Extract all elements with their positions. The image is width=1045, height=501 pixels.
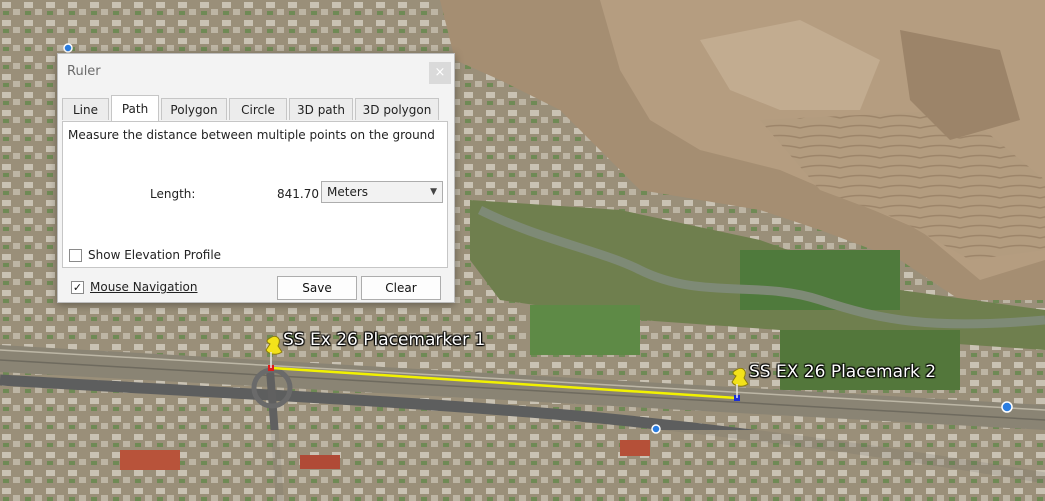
tab-circle[interactable]: Circle — [229, 98, 287, 120]
placemark-1-label[interactable]: SS Ex 26 Placemarker 1 — [283, 330, 485, 350]
tab-line[interactable]: Line — [62, 98, 109, 120]
tab-polygon[interactable]: Polygon — [161, 98, 227, 120]
show-elevation-label[interactable]: Show Elevation Profile — [88, 248, 221, 262]
tab-3d-path[interactable]: 3D path — [289, 98, 353, 120]
show-elevation-checkbox[interactable] — [69, 249, 82, 262]
path-panel: Measure the distance between multiple po… — [62, 121, 448, 268]
length-label: Length: — [150, 187, 196, 201]
blue-circle-icon — [651, 424, 661, 434]
clear-button[interactable]: Clear — [361, 276, 441, 300]
tab-path[interactable]: Path — [111, 95, 159, 121]
length-value: 841.70 — [277, 187, 319, 201]
checkmark-icon: ✓ — [72, 281, 83, 294]
ruler-title: Ruler — [67, 64, 101, 79]
ruler-dialog: Ruler × Line Path Polygon Circle 3D path… — [57, 53, 455, 303]
tab-3d-polygon[interactable]: 3D polygon — [355, 98, 439, 120]
close-icon: × — [434, 65, 446, 80]
unit-select-value: Meters — [327, 185, 369, 199]
blue-circle-icon — [63, 43, 73, 53]
save-button[interactable]: Save — [277, 276, 357, 300]
ruler-description: Measure the distance between multiple po… — [68, 128, 435, 142]
mouse-navigation-label[interactable]: Mouse Navigation — [90, 280, 197, 294]
blue-circle-icon — [1001, 401, 1013, 413]
ruler-titlebar[interactable]: Ruler × — [58, 54, 454, 90]
placemark-2-label[interactable]: SS EX 26 Placemark 2 — [749, 362, 936, 382]
unit-select[interactable]: Meters ▼ — [321, 181, 443, 203]
chevron-down-icon: ▼ — [430, 187, 437, 197]
close-button[interactable]: × — [429, 62, 451, 84]
mouse-navigation-checkbox[interactable]: ✓ — [71, 281, 84, 294]
